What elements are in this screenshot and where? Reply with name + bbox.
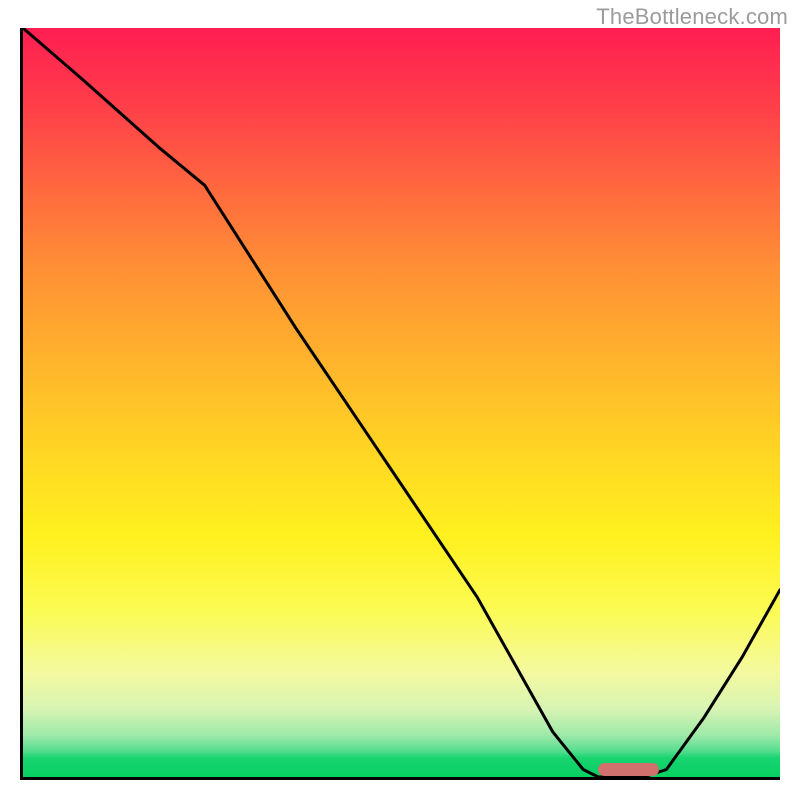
optimum-marker xyxy=(598,763,659,776)
plot-axes xyxy=(20,28,780,780)
chart-container: TheBottleneck.com xyxy=(0,0,800,800)
watermark-text: TheBottleneck.com xyxy=(596,4,788,30)
curve-path xyxy=(23,28,780,777)
plot-area xyxy=(23,28,780,777)
bottleneck-curve xyxy=(23,28,780,777)
